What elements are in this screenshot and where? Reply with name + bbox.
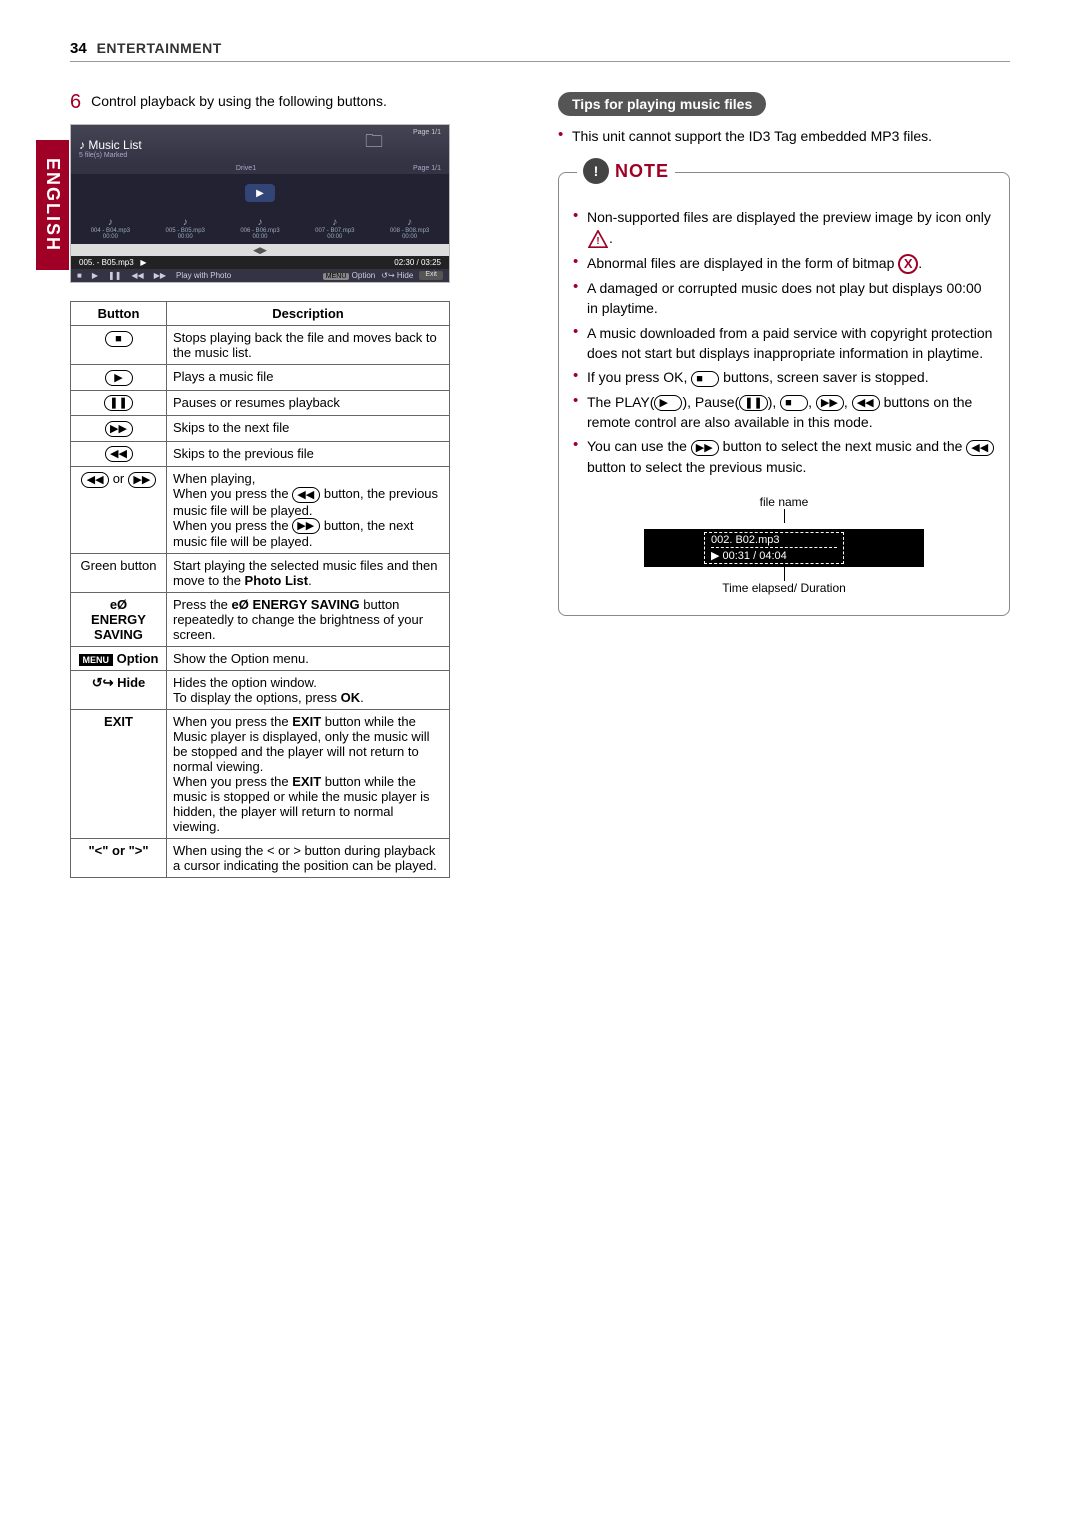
table-row: MENU Option Show the Option menu. [71,647,450,671]
section-title: ENTERTAINMENT [97,40,222,56]
exit-button-mock: Exit [419,271,443,280]
play-with-photo-label: Play with Photo [176,271,231,280]
arrow-buttons-label: "<" or ">" [71,839,167,878]
menu-badge: MENU [79,654,114,666]
table-row: ▶Plays a music file [71,365,450,391]
table-row: ■Stops playing back the file and moves b… [71,326,450,365]
exit-button-label: EXIT [71,710,167,839]
energy-saving-icon: eØ [110,597,127,612]
table-row: ❚❚Pauses or resumes playback [71,390,450,416]
table-row: ◀◀ or ▶▶ When playing, When you press th… [71,467,450,554]
left-right-icon: ◀▶ [71,244,449,256]
note-title: NOTE [615,161,669,182]
shot-page-right: Page 1/1 [413,165,441,172]
pause-icon: ❚❚ [108,271,121,280]
note-item: A damaged or corrupted music does not pl… [573,278,995,319]
note-item: Abnormal files are displayed in the form… [573,253,995,274]
play-button-icon: ▶ [654,395,682,411]
now-playing-time: 02:30 / 03:25 [394,258,441,267]
page-number: 34 [70,40,87,57]
note-item: You can use the ▶▶ button to select the … [573,436,995,477]
table-row: eØ ENERGY SAVING Press the eØ ENERGY SAV… [71,593,450,647]
prev-button-icon: ◀◀ [292,487,320,503]
note-box: ! NOTE Non-supported files are displayed… [558,172,1010,616]
rewind-icon: ◀◀ [131,271,143,280]
step-number: 6 [70,92,81,112]
play-icon: ▶ [92,271,98,280]
next-button-icon: ▶▶ [691,440,719,456]
note-item: The PLAY(▶), Pause(❚❚), ■, ▶▶, ◀◀ button… [573,392,995,433]
info-icon: ! [583,158,609,184]
play-button-icon: ▶ [105,370,133,386]
shot-title: Music List [88,138,141,152]
x-circle-icon: X [898,254,918,274]
stop-button-icon: ■ [691,371,719,387]
diagram-filename: 002. B02.mp3 [711,533,837,548]
next-button-icon: ▶▶ [816,395,844,411]
button-description-table: Button Description ■Stops playing back t… [70,301,450,878]
note-item: A music downloaded from a paid service w… [573,323,995,364]
play-icon: ▶ [245,184,275,202]
menu-badge: MENU [323,273,350,280]
next-button-icon: ▶▶ [292,518,320,534]
next-button-icon: ▶▶ [105,421,133,437]
table-row: ◀◀Skips to the previous file [71,441,450,467]
pause-button-icon: ❚❚ [739,395,767,411]
shot-drive: Drive1 [236,165,256,172]
stop-icon: ■ [77,271,82,280]
prev-button-icon: ◀◀ [966,440,994,456]
shot-subtitle: 5 file(s) Marked [79,152,142,159]
th-description: Description [167,302,450,326]
now-playing-track: 005. - B05.mp3 [79,258,134,267]
prev-button-icon: ◀◀ [852,395,880,411]
table-row: EXIT When you press the EXIT button whil… [71,710,450,839]
pause-button-icon: ❚❚ [104,395,132,411]
hide-icon: ↺↪ [92,675,114,690]
folder-icon: 🗀 [365,129,383,159]
stop-button-icon: ■ [780,395,808,411]
svg-text:!: ! [596,236,599,247]
note-item: Non-supported files are displayed the pr… [573,207,995,249]
filename-diagram: file name 002. B02.mp3 ▶ 00:31 / 04:04 T… [573,495,995,595]
language-tab: ENGLISH [36,140,69,270]
prev-button-icon: ◀◀ [105,446,133,462]
step-text: Control playback by using the following … [91,92,387,112]
tip-item: This unit cannot support the ID3 Tag emb… [558,126,1010,146]
warning-triangle-icon: ! [587,229,609,249]
table-row: Green button Start playing the selected … [71,554,450,593]
page-header: 34 ENTERTAINMENT [70,40,1010,62]
note-item: If you press OK, ■ buttons, screen saver… [573,367,995,387]
th-button: Button [71,302,167,326]
diagram-label-bottom: Time elapsed/ Duration [722,581,846,595]
diagram-label-top: file name [760,495,809,509]
diagram-time: ▶ 00:31 / 04:04 [711,548,837,563]
table-row: ▶▶Skips to the next file [71,416,450,442]
step-6: 6 Control playback by using the followin… [70,92,522,112]
table-row: ↺↪ Hide Hides the option window. To disp… [71,671,450,710]
right-column: Tips for playing music files This unit c… [558,92,1010,878]
table-row: "<" or ">" When using the < or > button … [71,839,450,878]
prev-button-icon: ◀◀ [81,472,109,488]
music-player-screenshot: ♪ Music List 5 file(s) Marked 🗀 Page 1/1… [70,124,450,283]
green-button-label: Green button [71,554,167,593]
next-button-icon: ▶▶ [128,472,156,488]
tips-heading: Tips for playing music files [558,92,766,116]
shot-page-top: Page 1/1 [413,129,441,136]
stop-button-icon: ■ [105,331,133,347]
left-column: 6 Control playback by using the followin… [70,92,522,878]
forward-icon: ▶▶ [154,271,166,280]
